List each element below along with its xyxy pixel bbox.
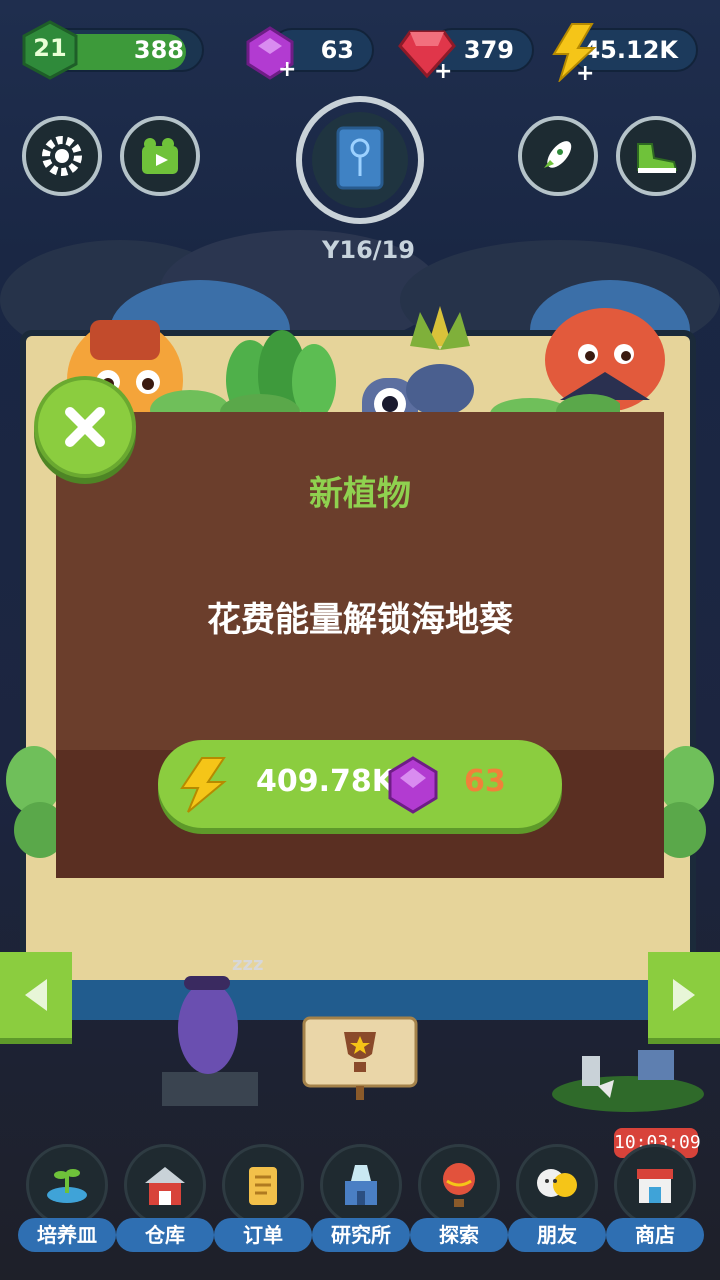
level-number: 21 <box>33 34 67 62</box>
board-water <box>26 980 690 1020</box>
video-button[interactable] <box>120 116 200 196</box>
lightning-icon: + <box>552 23 597 82</box>
trophy-sign[interactable] <box>302 1016 418 1102</box>
nav-research[interactable]: 研究所 <box>312 1144 410 1254</box>
shop-icon <box>637 1169 673 1203</box>
nav-label: 订单 <box>214 1218 312 1252</box>
sneaker-button[interactable] <box>616 116 696 196</box>
dialog-title: 新植物 <box>309 474 411 514</box>
lightning-icon <box>180 757 227 813</box>
trash-pile[interactable] <box>548 1046 708 1116</box>
rocket-button[interactable] <box>518 116 598 196</box>
svg-text:+: + <box>434 59 452 80</box>
nav-shop[interactable]: 商店 <box>606 1144 704 1254</box>
nav-friends[interactable]: 朋友 <box>508 1144 606 1254</box>
nav-warehouse[interactable]: 仓库 <box>116 1144 214 1254</box>
sleeping-monster: zzz <box>162 954 263 1106</box>
nav-orders[interactable]: 订单 <box>214 1144 312 1254</box>
purple-gem-icon: + <box>246 26 296 80</box>
rocket-icon <box>544 141 572 168</box>
nav-petri-dish[interactable]: 培养皿 <box>18 1144 116 1254</box>
nav-label: 商店 <box>606 1218 704 1252</box>
plant-book-icon <box>336 126 384 190</box>
svg-text:+: + <box>278 57 296 80</box>
plant-book-button[interactable] <box>312 112 408 208</box>
ruby-count: 379 <box>463 36 514 64</box>
video-camera-icon <box>142 138 178 174</box>
left-leaves <box>6 746 64 858</box>
nav-label: 探索 <box>410 1218 508 1252</box>
level-badge: 21 <box>22 20 78 80</box>
friends-icon <box>537 1169 577 1197</box>
nav-label: 仓库 <box>116 1218 214 1252</box>
plant-count: Y16/19 <box>322 236 415 264</box>
svg-text:+: + <box>576 61 594 82</box>
gear-icon <box>42 136 82 176</box>
purple-gem-icon <box>388 756 438 814</box>
hot-air-balloon-icon <box>443 1163 475 1207</box>
svg-text:zzz: zzz <box>232 954 263 975</box>
lab-icon <box>345 1165 377 1205</box>
close-icon <box>65 407 105 447</box>
barn-icon <box>145 1167 185 1205</box>
next-area-button[interactable] <box>648 952 720 1038</box>
sneaker-icon <box>637 143 678 173</box>
level-progress-value: 388 <box>133 36 184 64</box>
nav-label: 研究所 <box>312 1218 410 1252</box>
right-leaves <box>656 746 714 858</box>
nav-explore[interactable]: 探索 <box>410 1144 508 1254</box>
settings-button[interactable] <box>22 116 102 196</box>
close-button[interactable] <box>34 376 136 478</box>
ruby-icon: + <box>398 30 456 80</box>
arrow-right-icon <box>673 979 695 1011</box>
unlock-gem-cost: 63 <box>464 764 506 799</box>
unlock-energy-cost: 409.78K <box>256 764 396 799</box>
nav-label: 朋友 <box>508 1218 606 1252</box>
arrow-left-icon <box>25 979 47 1011</box>
seedling-dish-icon <box>47 1169 87 1203</box>
previous-area-button[interactable] <box>0 952 72 1038</box>
dialog-message: 花费能量解锁海地葵 <box>207 600 513 640</box>
nav-label: 培养皿 <box>18 1218 116 1252</box>
gem-count: 63 <box>320 36 354 64</box>
sprout-icon: Y <box>322 236 340 264</box>
scroll-icon <box>249 1167 277 1205</box>
